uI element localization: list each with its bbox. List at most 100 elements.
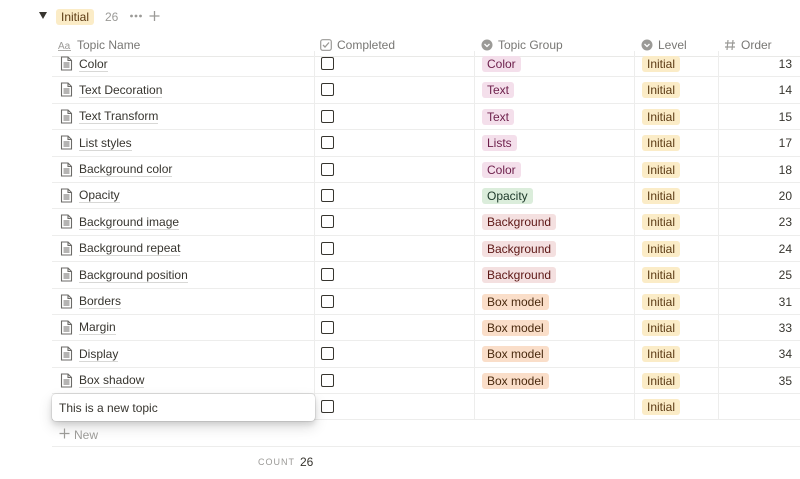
topic-name-cell[interactable]: Margin — [60, 315, 116, 341]
table-row[interactable]: Box shadow Box model Initial 35 — [52, 367, 800, 395]
topic-name-cell[interactable]: Display — [60, 341, 119, 367]
topic-name-input[interactable] — [52, 394, 315, 421]
completed-checkbox[interactable] — [321, 215, 334, 229]
order-value: 17 — [778, 136, 792, 151]
column-header-label: Completed — [337, 38, 396, 52]
column-divider — [718, 262, 719, 288]
column-header-label: Level — [658, 38, 687, 52]
table-row[interactable]: Background image Background Initial 23 — [52, 209, 800, 236]
completed-checkbox[interactable] — [321, 109, 334, 123]
topic-name-text[interactable]: Text Decoration — [79, 83, 163, 98]
column-divider — [634, 314, 635, 341]
hash-icon — [724, 39, 736, 51]
column-divider — [634, 288, 635, 314]
column-divider — [474, 103, 475, 130]
order-value: 23 — [778, 215, 792, 230]
topic-name-text[interactable]: Opacity — [79, 188, 120, 204]
level-tag: Initial — [642, 214, 681, 231]
topic-name-text[interactable]: Background image — [79, 215, 180, 230]
topic-name-cell[interactable]: Background repeat — [60, 236, 181, 262]
column-divider — [634, 103, 635, 130]
topic-name-text[interactable]: Background repeat — [79, 241, 181, 257]
topic-name-cell[interactable]: Text Transform — [60, 104, 159, 130]
topic-name-cell[interactable]: Opacity — [60, 183, 120, 209]
topic-name-text[interactable]: Background color — [79, 162, 173, 178]
table-row[interactable]: Margin Box model Initial 33 — [52, 314, 800, 342]
count-value: 26 — [300, 455, 314, 469]
topic-name-cell[interactable]: Background color — [60, 157, 173, 183]
document-icon — [60, 241, 74, 257]
level-tag: Initial — [642, 267, 681, 284]
completed-checkbox[interactable] — [321, 241, 334, 255]
completed-checkbox[interactable] — [321, 400, 334, 414]
triangle-down-icon[interactable] — [37, 10, 49, 22]
completed-checkbox[interactable] — [321, 373, 334, 387]
table-row[interactable]: Opacity Opacity Initial 20 — [52, 182, 800, 210]
column-divider — [474, 156, 475, 182]
topic-name-cell[interactable]: Text Decoration — [60, 77, 163, 103]
topic-name-cell[interactable]: List styles — [60, 130, 132, 156]
document-icon — [60, 109, 74, 125]
column-divider — [718, 235, 719, 262]
column-divider — [634, 341, 635, 367]
completed-checkbox[interactable] — [321, 57, 334, 70]
topic-name-text[interactable]: Background position — [79, 268, 188, 283]
completed-checkbox[interactable] — [321, 83, 334, 97]
completed-checkbox[interactable] — [321, 162, 334, 176]
add-plus-icon[interactable] — [148, 9, 161, 23]
column-divider — [474, 51, 475, 77]
order-value: 18 — [778, 162, 792, 177]
more-dots-icon[interactable] — [129, 8, 143, 24]
topic-group-tag: Opacity — [482, 187, 533, 204]
completed-checkbox[interactable] — [321, 188, 334, 202]
topic-name-text[interactable]: List styles — [79, 136, 132, 151]
table-row[interactable]: Background repeat Background Initial 24 — [52, 235, 800, 263]
table-row[interactable]: Display Box model Initial 34 — [52, 341, 800, 368]
table-row[interactable]: List styles Lists Initial 17 — [52, 130, 800, 157]
column-divider — [718, 182, 719, 209]
table-row[interactable]: Text Decoration Text Initial 14 — [52, 77, 800, 104]
add-new-row-button[interactable]: New — [52, 422, 800, 447]
order-value: 20 — [778, 188, 792, 203]
topic-name-text[interactable]: Color — [79, 57, 108, 72]
topic-name-cell[interactable]: Color — [60, 51, 108, 77]
new-topic-editor[interactable] — [52, 394, 315, 421]
column-divider — [474, 394, 475, 420]
column-divider — [634, 182, 635, 209]
count-summary[interactable]: COUNT 26 — [258, 455, 313, 469]
table-row[interactable]: Background color Color Initial 18 — [52, 156, 800, 183]
table-row[interactable]: Color Color Initial 13 — [52, 51, 800, 78]
level-tag: Initial — [642, 135, 681, 152]
topic-name-text[interactable]: Display — [79, 347, 119, 362]
plus-icon — [59, 428, 70, 442]
table-row[interactable]: Borders Box model Initial 31 — [52, 288, 800, 315]
table-row[interactable]: Text Transform Text Initial 15 — [52, 103, 800, 131]
topic-name-text[interactable]: Margin — [79, 320, 116, 336]
document-icon — [60, 293, 74, 310]
topic-name-cell[interactable]: Borders — [60, 289, 122, 315]
completed-checkbox[interactable] — [321, 294, 334, 308]
document-icon — [60, 373, 74, 389]
table-row[interactable]: Background position Background Initial 25 — [52, 262, 800, 289]
column-divider — [474, 77, 475, 103]
completed-checkbox[interactable] — [321, 136, 334, 150]
column-divider — [474, 209, 475, 235]
topic-name-text[interactable]: Box shadow — [79, 373, 145, 389]
topic-name-text[interactable]: Text Transform — [79, 109, 159, 125]
document-icon — [60, 56, 74, 72]
column-divider — [718, 314, 719, 341]
completed-checkbox[interactable] — [321, 347, 334, 361]
topic-group-tag: Text — [482, 108, 515, 125]
topic-group-tag: Lists — [482, 135, 517, 152]
completed-checkbox[interactable] — [321, 268, 334, 282]
completed-checkbox[interactable] — [321, 320, 334, 334]
document-icon — [60, 267, 74, 283]
topic-name-cell[interactable]: Background position — [60, 262, 188, 288]
topic-name-cell[interactable]: Background image — [60, 209, 180, 235]
topic-name-text[interactable]: Borders — [79, 294, 122, 310]
topic-name-cell[interactable]: Box shadow — [60, 368, 145, 394]
column-divider — [634, 156, 635, 182]
column-header-label: Topic Group — [498, 38, 563, 52]
select-icon — [481, 39, 493, 51]
column-divider — [474, 182, 475, 209]
